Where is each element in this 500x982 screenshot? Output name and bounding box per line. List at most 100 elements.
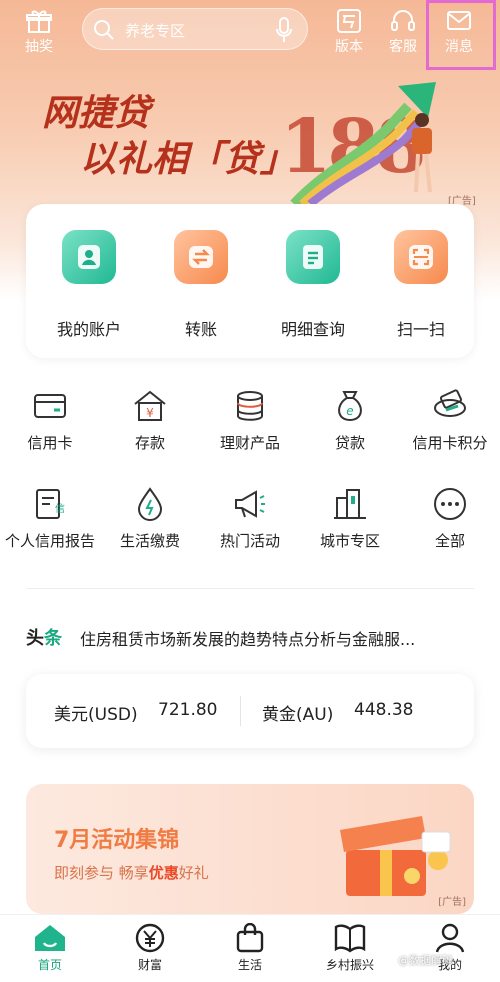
grid-label: 理财产品 bbox=[219, 434, 280, 452]
grid-item-life-payment[interactable]: 生活缴费 bbox=[100, 486, 200, 551]
gold-label: 黄金(AU) bbox=[262, 705, 334, 725]
service-label: 客服 bbox=[389, 39, 417, 55]
headline-text: 住房租赁市场新发展的趋势特点分析与金融服... bbox=[80, 630, 416, 649]
activity-title: 7月活动集锦 bbox=[54, 828, 180, 853]
headset-icon bbox=[391, 10, 415, 31]
quick-action-my-account[interactable]: 我的账户 bbox=[34, 230, 144, 340]
search-placeholder: 养老专区 bbox=[125, 22, 186, 40]
lottery-label: 抽奖 bbox=[25, 39, 53, 55]
woman-figure bbox=[412, 113, 432, 193]
microphone-icon[interactable] bbox=[275, 17, 293, 43]
banner-line-1: 网捷贷 bbox=[42, 92, 151, 134]
nav-label: 乡村振兴 bbox=[325, 958, 374, 972]
rates-separator bbox=[240, 696, 241, 726]
lottery-button[interactable]: 抽奖 bbox=[14, 8, 64, 56]
shopping-bag-icon bbox=[236, 923, 264, 953]
section-divider bbox=[26, 588, 474, 589]
grid-item-credit-card[interactable]: 信用卡 bbox=[0, 388, 100, 453]
grid-item-hot-events[interactable]: 热门活动 bbox=[200, 486, 300, 551]
scan-icon bbox=[394, 230, 448, 284]
headline-tag: 头条 bbox=[26, 624, 62, 650]
grid-label: 城市专区 bbox=[319, 532, 380, 550]
grid-item-deposit[interactable]: ¥ 存款 bbox=[100, 388, 200, 453]
rates-card[interactable]: 美元(USD) 721.80 黄金(AU) 448.38 bbox=[26, 674, 474, 748]
svg-text:信: 信 bbox=[55, 503, 65, 515]
gift-icon bbox=[26, 10, 52, 33]
quick-action-transfer[interactable]: 转账 bbox=[146, 230, 256, 340]
transfer-icon bbox=[174, 230, 228, 284]
grid-label: 个人信用报告 bbox=[4, 532, 95, 550]
nav-label: 财富 bbox=[137, 958, 162, 972]
quick-action-details[interactable]: 明细查询 bbox=[258, 230, 368, 340]
grid-label: 信用卡 bbox=[27, 434, 73, 452]
grid-label: 贷款 bbox=[334, 434, 365, 452]
quick-action-label: 我的账户 bbox=[56, 320, 121, 339]
city-icon bbox=[334, 489, 366, 519]
loan-bag-icon: e bbox=[338, 391, 362, 422]
book-icon bbox=[334, 924, 366, 953]
bottom-nav: 首页 财富 生活 乡村振兴 我的 bbox=[0, 914, 500, 982]
gift-box-illustration bbox=[340, 816, 451, 896]
nav-wealth[interactable]: 财富 bbox=[110, 923, 190, 973]
profile-icon bbox=[435, 923, 465, 953]
more-icon bbox=[434, 488, 466, 520]
quick-actions-card: 我的账户 转账 明细查询 扫一扫 bbox=[26, 204, 474, 358]
svg-text:¥: ¥ bbox=[146, 406, 154, 420]
watermark: @数据解码 bbox=[398, 954, 453, 967]
search-bar[interactable]: 养老专区 bbox=[82, 8, 308, 50]
credit-report-icon: 信 bbox=[36, 489, 65, 519]
activity-sub-a: 即刻参与 畅享 bbox=[54, 864, 149, 882]
nav-label: 首页 bbox=[37, 958, 62, 972]
nav-life[interactable]: 生活 bbox=[210, 923, 290, 973]
grid-item-city-zone[interactable]: 城市专区 bbox=[300, 486, 400, 551]
deposit-icon: ¥ bbox=[134, 390, 166, 421]
service-button[interactable]: 客服 bbox=[378, 8, 428, 56]
gold-value: 448.38 bbox=[354, 700, 414, 720]
megaphone-icon bbox=[235, 490, 265, 518]
grid-item-wealth-products[interactable]: 理财产品 bbox=[200, 388, 300, 453]
document-icon bbox=[286, 230, 340, 284]
home-icon bbox=[35, 925, 65, 951]
search-icon bbox=[94, 20, 114, 40]
quick-action-label: 明细查询 bbox=[280, 320, 345, 339]
banner-line-2: 以礼相「贷」 bbox=[80, 138, 297, 180]
nav-label: 生活 bbox=[237, 958, 262, 972]
message-highlight-box bbox=[426, 0, 496, 70]
quick-action-label: 转账 bbox=[184, 320, 217, 339]
quick-action-scan[interactable]: 扫一扫 bbox=[366, 230, 476, 340]
version-label: 版本 bbox=[335, 39, 363, 55]
coins-icon bbox=[237, 391, 263, 421]
version-button[interactable]: 版本 bbox=[324, 8, 374, 56]
activity-subtitle: 即刻参与 畅享优惠好礼 bbox=[54, 862, 209, 883]
credit-card-icon bbox=[34, 394, 66, 418]
user-icon bbox=[62, 230, 116, 284]
activity-sub-c: 好礼 bbox=[178, 864, 209, 882]
points-icon bbox=[434, 389, 466, 417]
version-icon bbox=[337, 9, 361, 33]
yuan-icon bbox=[135, 923, 165, 953]
svg-text:e: e bbox=[346, 404, 353, 418]
headline-news[interactable]: 头条 住房租赁市场新发展的趋势特点分析与金融服... bbox=[26, 624, 474, 650]
activity-banner[interactable]: 7月活动集锦 即刻参与 畅享优惠好礼 [广告] bbox=[26, 784, 474, 914]
grid-item-card-points[interactable]: 信用卡积分 bbox=[400, 388, 500, 453]
top-bar: 抽奖 养老专区 版本 客服 消息 bbox=[0, 0, 500, 70]
activity-sub-b: 优惠 bbox=[148, 864, 179, 882]
grid-label: 全部 bbox=[434, 532, 465, 550]
water-drop-icon bbox=[137, 487, 163, 521]
grid-label: 存款 bbox=[134, 434, 165, 452]
usd-value: 721.80 bbox=[158, 700, 218, 720]
grid-item-loan[interactable]: e 贷款 bbox=[300, 388, 400, 453]
nav-home[interactable]: 首页 bbox=[10, 923, 90, 973]
grid-item-all[interactable]: 全部 bbox=[400, 486, 500, 551]
nav-rural[interactable]: 乡村振兴 bbox=[310, 923, 390, 973]
grid-label: 生活缴费 bbox=[119, 532, 180, 550]
headline-tag-b: 条 bbox=[44, 628, 62, 649]
quick-action-label: 扫一扫 bbox=[396, 320, 445, 339]
grid-item-credit-report[interactable]: 信 个人信用报告 bbox=[0, 486, 100, 551]
grid-label: 信用卡积分 bbox=[412, 434, 488, 452]
headline-tag-a: 头 bbox=[26, 628, 44, 649]
banner-title: 网捷贷 以礼相「贷」 bbox=[42, 90, 296, 182]
usd-label: 美元(USD) bbox=[54, 705, 138, 725]
grid-label: 热门活动 bbox=[219, 532, 280, 550]
activity-ad-tag: [广告] bbox=[438, 897, 466, 908]
